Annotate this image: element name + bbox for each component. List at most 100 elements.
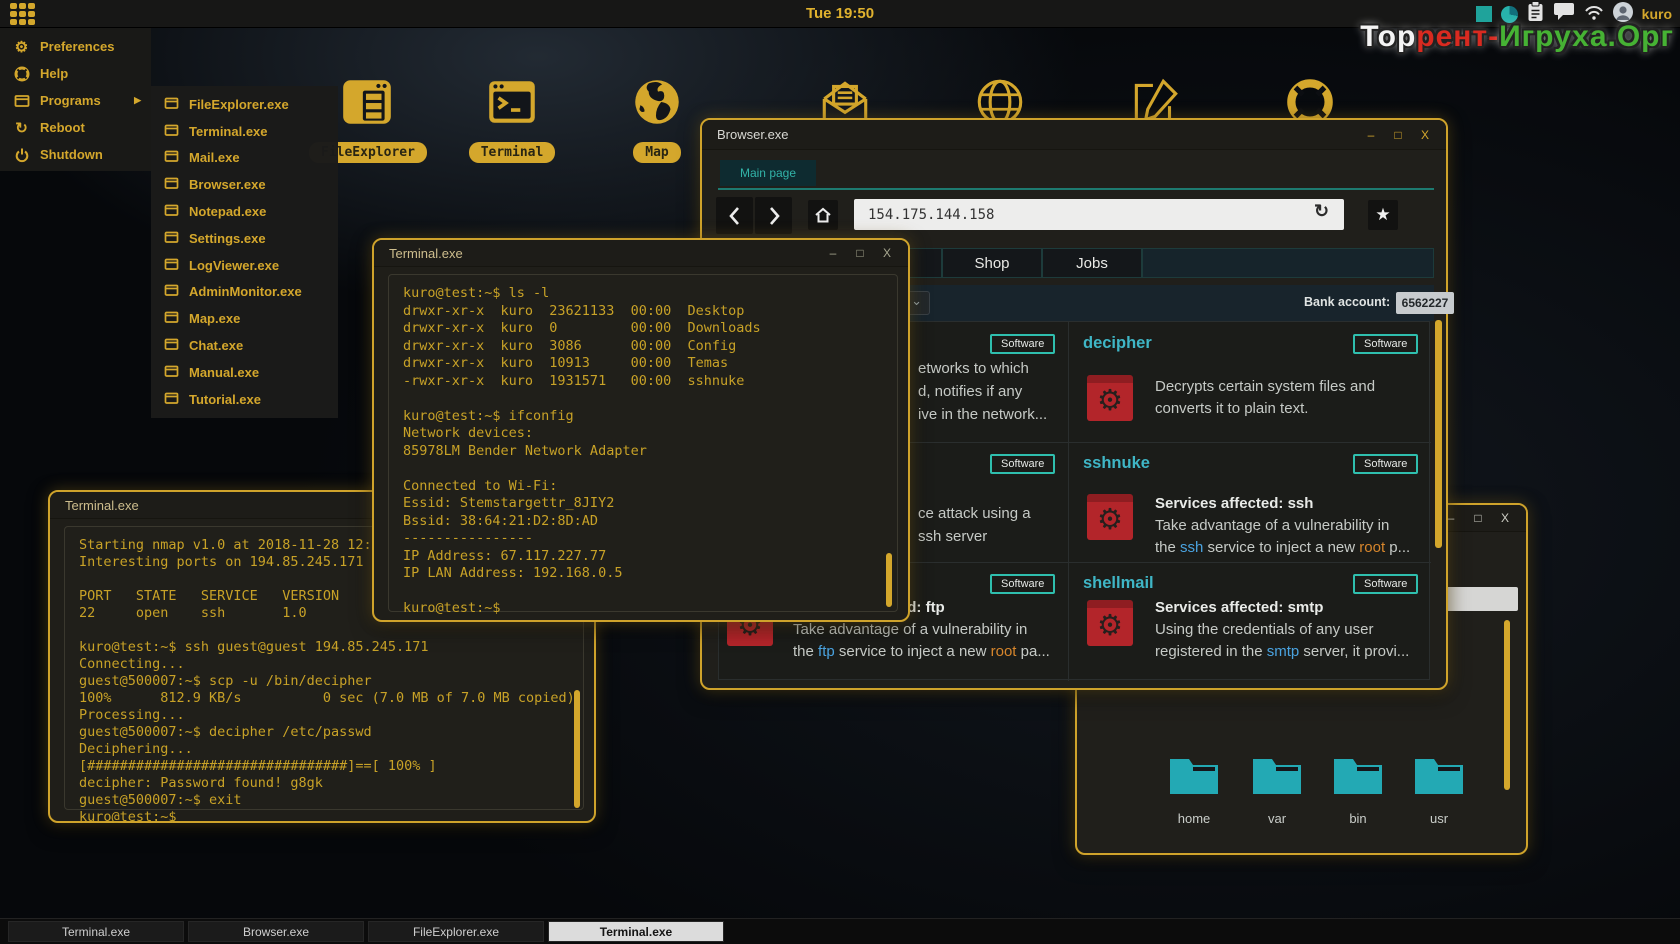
close-button[interactable]: X [880, 240, 894, 267]
submenu-item-tutorial[interactable]: Tutorial.exe [151, 386, 338, 413]
page-tab-shop[interactable]: Shop [942, 248, 1042, 278]
software-badge: Software [990, 574, 1055, 594]
back-button[interactable] [716, 197, 753, 234]
submenu-item-browser[interactable]: Browser.exe [151, 171, 338, 198]
card-desc: Decrypts certain system files and [1155, 378, 1375, 395]
bank-account-value: 6562227 [1396, 292, 1454, 314]
close-button[interactable]: X [1418, 120, 1432, 150]
url-input[interactable] [854, 199, 1344, 230]
taskbar-item-terminal-2[interactable]: Terminal.exe [548, 921, 724, 942]
browser-tab-mainpage[interactable]: Main page [720, 160, 816, 186]
terminal-titlebar[interactable]: Terminal.exe – □ X [374, 240, 908, 267]
card-desc: Take advantage of a vulnerability in [1155, 517, 1389, 534]
software-title-sshnuke[interactable]: sshnuke [1083, 454, 1150, 473]
folder-icon [1168, 783, 1220, 800]
folder-usr[interactable]: usr [1397, 752, 1481, 826]
window-icon [13, 93, 30, 109]
desktop-icon-terminal[interactable]: Terminal [454, 73, 570, 163]
card-desc: the ftp service to inject a new root pa.… [793, 643, 1050, 660]
launcher-menu: ⚙Preferences Help Programs▶ ↻Reboot Shut… [0, 28, 151, 171]
folder-icon [1413, 783, 1465, 800]
reload-icon: ↻ [13, 119, 30, 137]
card-desc: converts it to plain text. [1155, 400, 1308, 417]
menu-item-preferences[interactable]: ⚙Preferences [0, 33, 151, 60]
software-title-shellmail[interactable]: shellmail [1083, 574, 1154, 593]
window-title: Terminal.exe [389, 246, 463, 261]
gear-icon: ⚙ [1097, 504, 1123, 536]
menu-item-programs[interactable]: Programs▶ [0, 87, 151, 114]
menu-item-shutdown[interactable]: Shutdown [0, 141, 151, 168]
folder-home[interactable]: home [1152, 752, 1236, 826]
minimize-button[interactable]: – [826, 240, 840, 267]
file-explorer-icon [338, 118, 396, 135]
submenu-item-settings[interactable]: Settings.exe [151, 225, 338, 252]
lifesaver-icon [13, 66, 30, 82]
folder-label: home [1152, 811, 1236, 826]
software-badge: Software [1353, 574, 1418, 594]
taskbar-item-terminal-1[interactable]: Terminal.exe [8, 921, 184, 942]
window-title: Browser.exe [717, 127, 789, 142]
window-icon [164, 96, 179, 113]
card-desc: the ssh service to inject a new root p..… [1155, 539, 1410, 556]
window-icon [164, 257, 179, 274]
icon-label: Terminal [469, 142, 556, 163]
bookmark-button[interactable]: ★ [1368, 200, 1398, 230]
submenu-item-logviewer[interactable]: LogViewer.exe [151, 252, 338, 279]
software-title-decipher[interactable]: decipher [1083, 334, 1152, 353]
browser-titlebar[interactable]: Browser.exe – □ X [702, 120, 1446, 150]
programs-submenu: FileExplorer.exe Terminal.exe Mail.exe B… [151, 86, 338, 418]
submenu-item-chat[interactable]: Chat.exe [151, 332, 338, 359]
window-terminal-center: Terminal.exe – □ X kuro@test:~$ ls -l dr… [372, 238, 910, 622]
card-desc: etworks to which [918, 360, 1029, 377]
app-icon-red-gear: ⚙ [1087, 494, 1133, 540]
taskbar-item-browser[interactable]: Browser.exe [188, 921, 364, 942]
folder-label: var [1235, 811, 1319, 826]
desktop-icon-map[interactable]: Map [599, 73, 715, 163]
card-desc: ssh server [918, 528, 987, 545]
submenu-item-map[interactable]: Map.exe [151, 305, 338, 332]
app-icon-red-gear: ⚙ [1087, 375, 1133, 421]
card-desc: ce attack using a [918, 505, 1031, 522]
minimize-button[interactable]: – [1364, 120, 1378, 150]
globe-map-icon [628, 118, 686, 135]
terminal-scrollbar[interactable] [886, 553, 892, 607]
browser-scrollbar[interactable] [1435, 320, 1442, 548]
software-badge: Software [1353, 334, 1418, 354]
home-button[interactable] [808, 200, 838, 230]
submenu-item-notepad[interactable]: Notepad.exe [151, 198, 338, 225]
submenu-item-adminmonitor[interactable]: AdminMonitor.exe [151, 279, 338, 306]
close-button[interactable]: X [1498, 505, 1512, 532]
submenu-item-mail[interactable]: Mail.exe [151, 145, 338, 172]
page-tab-jobs[interactable]: Jobs [1042, 248, 1142, 278]
menu-item-help[interactable]: Help [0, 60, 151, 87]
card-bold: Services affected: ssh [1155, 495, 1313, 512]
window-icon [164, 203, 179, 220]
menu-item-reboot[interactable]: ↻Reboot [0, 114, 151, 141]
taskbar: Terminal.exe Browser.exe FileExplorer.ex… [0, 918, 1680, 944]
submenu-item-manual[interactable]: Manual.exe [151, 359, 338, 386]
window-icon [164, 310, 179, 327]
window-title: Terminal.exe [65, 498, 139, 513]
chevron-down-icon: ⌄ [911, 293, 922, 309]
terminal-scrollbar[interactable] [574, 690, 580, 808]
explorer-scrollbar[interactable] [1504, 620, 1510, 790]
submenu-item-fileexplorer[interactable]: FileExplorer.exe [151, 91, 338, 118]
window-icon [164, 364, 179, 381]
folder-var[interactable]: var [1235, 752, 1319, 826]
card-desc: registered in the smtp server, it provi.… [1155, 643, 1409, 660]
folder-bin[interactable]: bin [1316, 752, 1400, 826]
maximize-button[interactable]: □ [1471, 505, 1485, 532]
window-icon [164, 337, 179, 354]
page-tab-filler [1142, 248, 1434, 278]
forward-button[interactable] [755, 197, 792, 234]
software-badge: Software [990, 334, 1055, 354]
desktop: Tue 19:50 kuro Торрент-Игруха.Орг FileEx… [0, 0, 1680, 944]
site-watermark: Торрент-Игруха.Орг [1360, 20, 1674, 54]
submenu-item-terminal[interactable]: Terminal.exe [151, 118, 338, 145]
refresh-icon[interactable]: ↻ [1314, 201, 1329, 222]
taskbar-item-fileexplorer[interactable]: FileExplorer.exe [368, 921, 544, 942]
window-icon [164, 123, 179, 140]
folder-icon [1332, 783, 1384, 800]
maximize-button[interactable]: □ [1391, 120, 1405, 150]
maximize-button[interactable]: □ [853, 240, 867, 267]
